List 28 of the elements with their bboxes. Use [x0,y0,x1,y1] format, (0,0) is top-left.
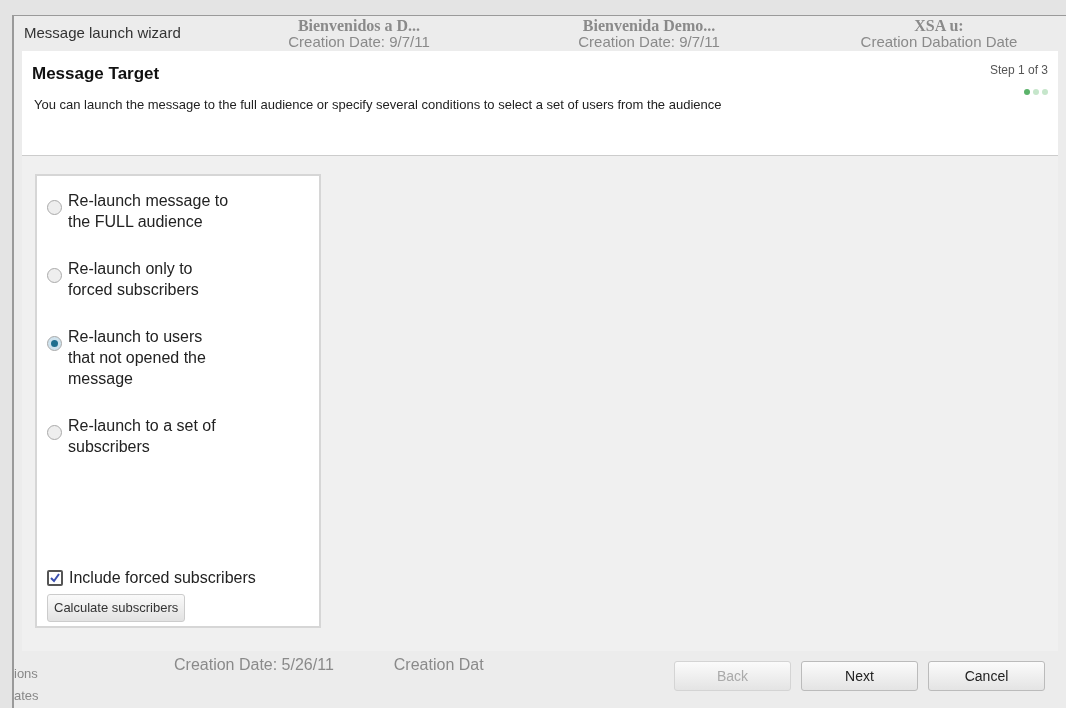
wizard-button[interactable]: Next [801,661,918,691]
background-card-title: XSA u: [914,17,964,34]
background-sidebar-item: ates [14,687,40,705]
wizard-button[interactable]: Cancel [928,661,1045,691]
background-card-date: Creation Dat [393,655,484,675]
checkbox[interactable] [47,570,63,586]
include-forced-checkbox-row[interactable]: Include forced subscribers [47,566,309,590]
radio-button[interactable] [47,200,62,215]
background-card-title: Bienvenidos a D... [297,17,421,34]
background-card-date: Creation Dabation Date [860,33,1018,50]
radio-option[interactable]: Re-launch to a set of subscribers [47,415,232,457]
background-card-date: Creation Date: 9/7/11 [578,33,720,50]
calculate-subscribers-button[interactable]: Calculate subscribers [47,594,186,622]
radio-button[interactable] [47,268,62,283]
step-description: You can launch the message to the full audience or specify several conditions to select a set of users from the audience [33,95,723,114]
check-icon [50,573,60,583]
radio-option[interactable]: Re-launch message to the FULL audience [47,190,232,232]
background-sidebar-item: ions [14,665,39,683]
step-title: Message Target [32,63,161,85]
window-title: Message launch wizard [23,23,182,44]
background-card-date: Creation Date: 9/7/11 [288,33,430,50]
radio-button[interactable] [47,336,62,351]
background-card-title: Bienvenida Demo... [582,17,716,34]
background-card-date: Creation Date: 5/26/11 [174,655,334,675]
radio-button[interactable] [47,425,62,440]
radio-option[interactable]: Re-launch to users that not opened the message [47,326,232,389]
radio-option[interactable]: Re-launch only to forced subscribers [47,258,232,300]
step-counter: Step 1 of 3 [989,62,1048,79]
